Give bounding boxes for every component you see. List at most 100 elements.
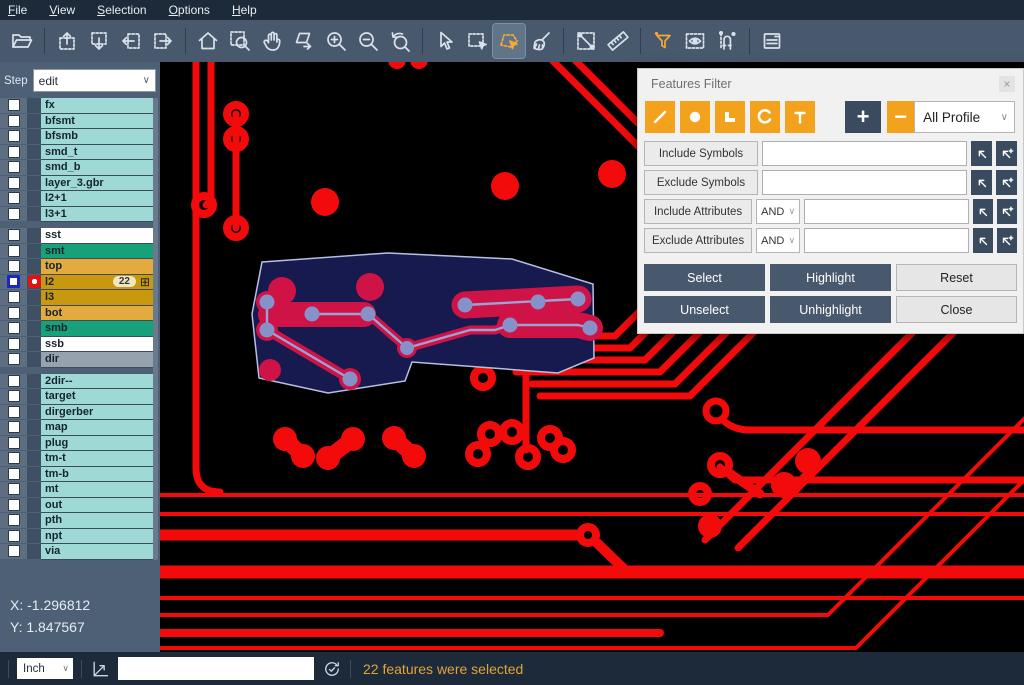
- feature-type-pad-button[interactable]: [680, 101, 710, 133]
- angle-measure-icon[interactable]: [90, 659, 110, 679]
- layer-checkbox[interactable]: [8, 530, 20, 542]
- layer-checkbox[interactable]: [8, 208, 20, 220]
- exclude-attributes-button[interactable]: Exclude Attributes: [644, 228, 752, 253]
- feature-type-arc-button[interactable]: [750, 101, 780, 133]
- pick-button[interactable]: [971, 141, 992, 166]
- layer-checkbox[interactable]: [8, 375, 20, 387]
- measure-distance-button[interactable]: [570, 24, 602, 58]
- layer-checkbox[interactable]: [8, 545, 20, 557]
- unselect-button[interactable]: Unselect: [644, 296, 765, 323]
- menu-file[interactable]: File: [8, 3, 27, 17]
- pick-add-button[interactable]: [996, 141, 1017, 166]
- layer-name[interactable]: pth: [41, 513, 153, 529]
- exclude-symbols-input[interactable]: [762, 170, 967, 195]
- layer-name[interactable]: l2+1: [41, 191, 153, 207]
- layer-checkbox[interactable]: [8, 437, 20, 449]
- measure-ruler-button[interactable]: [602, 24, 634, 58]
- grid-icon[interactable]: ⊞: [140, 275, 150, 289]
- layer-name[interactable]: tm-b: [41, 467, 153, 483]
- layer-name[interactable]: map: [41, 420, 153, 436]
- step-select[interactable]: edit ∨: [33, 69, 156, 92]
- layer-checkbox[interactable]: [8, 353, 20, 365]
- send-up-button[interactable]: [51, 24, 83, 58]
- polarity-negative-button[interactable]: −: [887, 101, 914, 133]
- layer-name[interactable]: target: [41, 389, 153, 405]
- feature-type-text-button[interactable]: [785, 101, 815, 133]
- layer-name[interactable]: bfsmb: [41, 129, 153, 145]
- layer-name[interactable]: ssb: [41, 337, 153, 353]
- feature-type-surface-button[interactable]: [715, 101, 745, 133]
- layer-checkbox[interactable]: [8, 452, 20, 464]
- layer-name[interactable]: bfsmt: [41, 114, 153, 130]
- layer-name[interactable]: dirgerber: [41, 405, 153, 421]
- send-left-button[interactable]: [115, 24, 147, 58]
- layer-name[interactable]: smd_t: [41, 145, 153, 161]
- exclude-attributes-input[interactable]: [804, 228, 969, 253]
- layer-checkbox[interactable]: [8, 514, 20, 526]
- polarity-positive-button[interactable]: +: [845, 101, 881, 133]
- layer-name[interactable]: 2dir--: [41, 374, 153, 390]
- layer-name[interactable]: plug: [41, 436, 153, 452]
- layer-name[interactable]: smd_b: [41, 160, 153, 176]
- layer-checkbox[interactable]: [8, 307, 20, 319]
- command-input[interactable]: [118, 657, 314, 680]
- menu-selection[interactable]: Selection: [97, 3, 146, 17]
- layer-checkbox[interactable]: [8, 338, 20, 350]
- layer-checkbox[interactable]: [8, 130, 20, 142]
- layer-name[interactable]: smb: [41, 321, 153, 337]
- pick-button[interactable]: [973, 199, 993, 224]
- drag-view-button[interactable]: [288, 24, 320, 58]
- layer-name[interactable]: tm-t: [41, 451, 153, 467]
- selection-region[interactable]: [252, 253, 601, 393]
- layer-name[interactable]: l3: [41, 290, 153, 306]
- layer-name[interactable]: layer_3.gbr: [41, 176, 153, 192]
- layer-checkbox[interactable]: [8, 483, 20, 495]
- units-select[interactable]: Inch ∨: [17, 658, 73, 679]
- snap-mode-button[interactable]: [711, 24, 743, 58]
- layer-name[interactable]: smt: [41, 244, 153, 260]
- layer-checkbox[interactable]: [8, 99, 20, 111]
- pan-hand-button[interactable]: [256, 24, 288, 58]
- layer-checkbox[interactable]: [8, 499, 20, 511]
- home-view-button[interactable]: [192, 24, 224, 58]
- select-cursor-button[interactable]: [429, 24, 461, 58]
- select-polygon-button[interactable]: [493, 24, 525, 58]
- layer-checkbox[interactable]: [8, 146, 20, 158]
- layer-checkbox[interactable]: [8, 115, 20, 127]
- zoom-area-button[interactable]: [224, 24, 256, 58]
- layer-checkbox[interactable]: [7, 275, 20, 288]
- send-right-button[interactable]: [147, 24, 179, 58]
- layer-checkbox[interactable]: [8, 245, 20, 257]
- menu-help[interactable]: Help: [232, 3, 257, 17]
- layer-checkbox[interactable]: [8, 161, 20, 173]
- layer-checkbox[interactable]: [8, 421, 20, 433]
- layer-name[interactable]: dir: [41, 352, 153, 368]
- layer-name[interactable]: sst: [41, 228, 153, 244]
- logic-select[interactable]: AND∨: [756, 199, 800, 224]
- layer-checkbox[interactable]: [8, 260, 20, 272]
- layer-name[interactable]: l222⊞: [41, 275, 153, 291]
- pick-add-button[interactable]: [997, 199, 1017, 224]
- menu-view[interactable]: View: [49, 3, 75, 17]
- reset-button[interactable]: Reset: [896, 264, 1017, 291]
- show-selection-button[interactable]: [679, 24, 711, 58]
- layer-checkbox[interactable]: [8, 468, 20, 480]
- close-icon[interactable]: ×: [999, 76, 1015, 92]
- layer-checkbox[interactable]: [8, 406, 20, 418]
- layer-name[interactable]: l3+1: [41, 207, 153, 223]
- feature-type-line-button[interactable]: [645, 101, 675, 133]
- layer-name[interactable]: bot: [41, 306, 153, 322]
- unhighlight-button[interactable]: Unhighlight: [770, 296, 891, 323]
- include-symbols-button[interactable]: Include Symbols: [644, 141, 758, 166]
- send-down-button[interactable]: [83, 24, 115, 58]
- layer-name[interactable]: mt: [41, 482, 153, 498]
- layer-checkbox[interactable]: [8, 291, 20, 303]
- layer-checkbox[interactable]: [8, 177, 20, 189]
- open-file-button[interactable]: [6, 24, 38, 58]
- layer-list-scrollbar[interactable]: [153, 98, 158, 560]
- layers-panel-button[interactable]: [756, 24, 788, 58]
- pick-button[interactable]: [973, 228, 993, 253]
- include-attributes-button[interactable]: Include Attributes: [644, 199, 752, 224]
- dialog-titlebar[interactable]: Features Filter ×: [638, 69, 1023, 97]
- exclude-symbols-button[interactable]: Exclude Symbols: [644, 170, 758, 195]
